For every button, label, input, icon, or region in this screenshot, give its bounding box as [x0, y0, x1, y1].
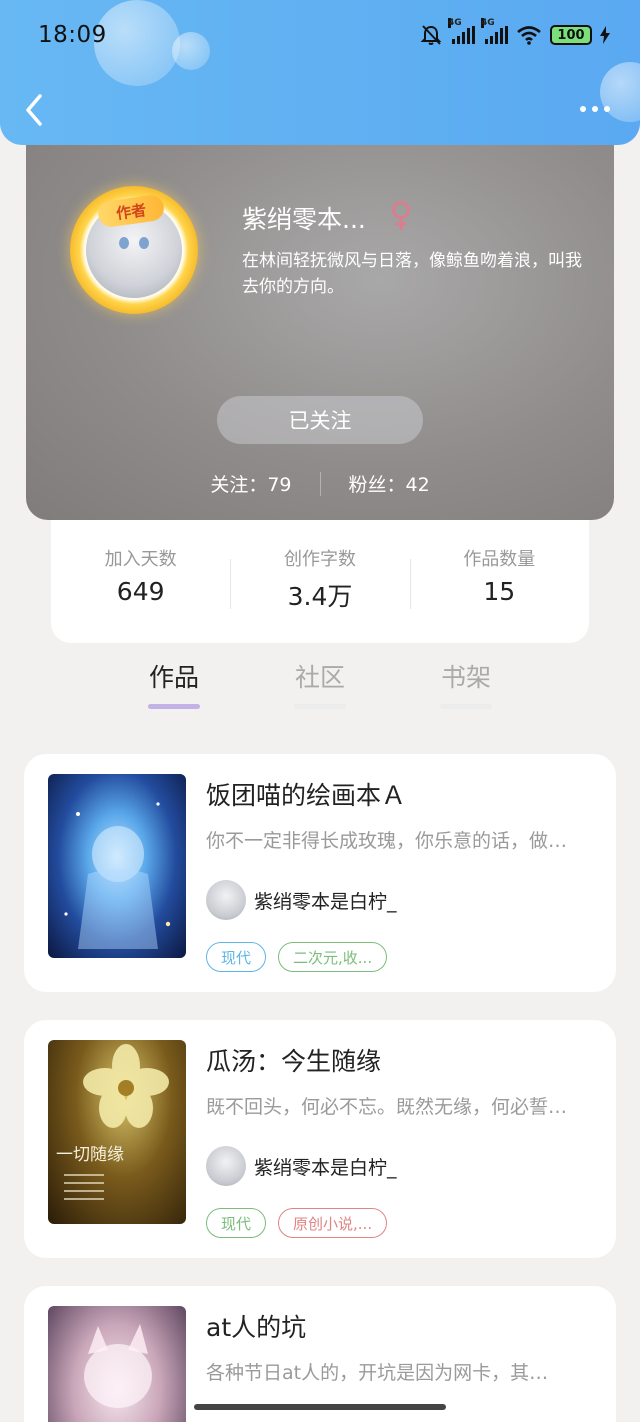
followers-count[interactable]: 粉丝：42: [349, 470, 430, 497]
following-count[interactable]: 关注：79: [210, 470, 291, 497]
tag-pill[interactable]: 原创小说,...: [278, 1208, 388, 1238]
more-dots-icon[interactable]: [580, 106, 610, 112]
avatar-face-art: [119, 237, 149, 249]
work-author[interactable]: 紫绡零本是白柠_: [206, 1146, 397, 1186]
tab-works[interactable]: 作品: [147, 658, 201, 709]
work-cover-image[interactable]: [48, 1306, 186, 1422]
work-tags: 现代 二次元,收...: [206, 942, 388, 972]
stat-join-days: 加入天数 649: [104, 549, 177, 606]
work-author[interactable]: 紫绡零本是白柠_: [206, 880, 397, 920]
author-avatar: [206, 880, 246, 920]
tag-pill[interactable]: 二次元,收...: [278, 942, 388, 972]
divider: [319, 471, 321, 496]
wifi-icon: [517, 26, 541, 45]
signal-4g-icon: 4G: [481, 18, 508, 44]
signal-4g-icon: 4G: [448, 18, 475, 44]
user-nickname: 紫绡零本...: [242, 205, 366, 234]
home-indicator[interactable]: [194, 1404, 446, 1410]
content-tabs: 作品 社区 书架: [0, 658, 640, 709]
work-card[interactable]: at人的坑 各种节日at人的，开坑是因为网卡，其…: [24, 1286, 616, 1422]
top-header: 18:09 4G 4G 100: [0, 0, 640, 145]
work-description: 既不回头，何必不忘。既然无缘，何必誓…: [206, 1096, 568, 1118]
status-bar: 18:09 4G 4G 100: [0, 0, 640, 76]
status-time: 18:09: [38, 22, 107, 48]
stats-card: 加入天数 649 创作字数 3.4万 作品数量 15: [51, 505, 589, 643]
tag-pill[interactable]: 现代: [206, 942, 267, 972]
follow-button[interactable]: 已关注: [217, 396, 423, 444]
tab-community[interactable]: 社区: [293, 658, 347, 709]
profile-card: 作者 紫绡零本... 在林间轻抚微风与日落，像鲸鱼吻着浪，叫我去你的方向。 已关…: [26, 120, 614, 520]
status-icons: 4G 4G 100: [420, 18, 610, 46]
back-arrow-icon[interactable]: [22, 92, 52, 128]
mute-bell-icon: [420, 25, 442, 45]
work-description: 各种节日at人的，开坑是因为网卡，其…: [206, 1362, 549, 1384]
work-tags: 现代 原创小说,...: [206, 1208, 388, 1238]
tab-bookshelf[interactable]: 书架: [439, 658, 493, 709]
user-bio: 在林间轻抚微风与日落，像鲸鱼吻着浪，叫我去你的方向。: [242, 251, 582, 297]
stat-word-count: 创作字数 3.4万: [230, 545, 409, 643]
tag-pill[interactable]: 现代: [206, 1208, 267, 1238]
author-avatar: [206, 1146, 246, 1186]
work-cover-image[interactable]: [48, 774, 186, 958]
work-cover-image[interactable]: 一切随缘: [48, 1040, 186, 1224]
work-description: 你不一定非得长成玫瑰，你乐意的话，做…: [206, 830, 568, 852]
charging-icon: [600, 26, 610, 44]
stat-works-count: 作品数量 15: [409, 545, 589, 643]
female-icon: [392, 201, 410, 230]
work-title[interactable]: 饭团喵的绘画本Ａ: [206, 776, 406, 812]
work-card[interactable]: 饭团喵的绘画本Ａ 你不一定非得长成玫瑰，你乐意的话，做… 紫绡零本是白柠_ 现代…: [24, 754, 616, 992]
work-card[interactable]: 一切随缘 瓜汤：今生随缘 既不回头，何必不忘。既然无缘，何必誓… 紫绡零本是白柠…: [24, 1020, 616, 1258]
work-title[interactable]: at人的坑: [206, 1308, 306, 1344]
work-title[interactable]: 瓜汤：今生随缘: [206, 1042, 381, 1078]
cover-title-text: 一切随缘: [56, 1145, 124, 1165]
battery-icon: 100: [550, 25, 592, 45]
follow-stats: 关注：79 粉丝：42: [26, 470, 614, 497]
